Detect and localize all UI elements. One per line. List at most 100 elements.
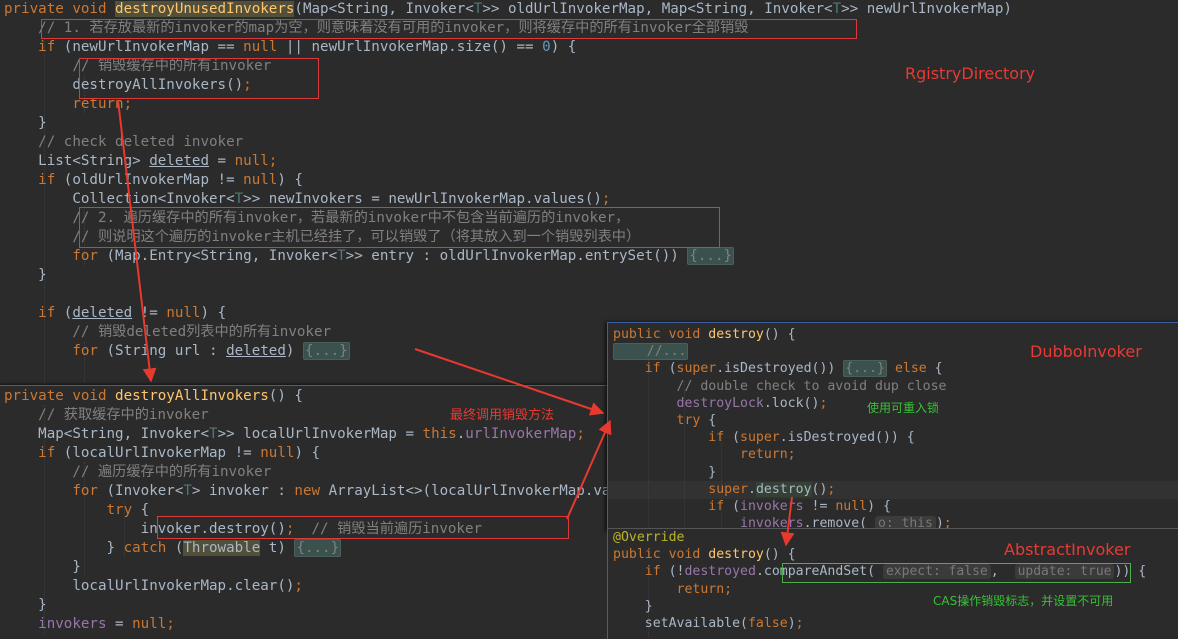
code-token: () { (268, 388, 303, 404)
code-token: t) (260, 540, 295, 556)
code-token: ; (576, 426, 585, 442)
code-token: Throwable (183, 540, 261, 556)
code-token: (Map<String, Invoker< (294, 1, 474, 17)
code-line: } (4, 266, 47, 285)
code-token: .isDestroyed()) { (779, 430, 915, 446)
code-token: > invoker : (191, 483, 295, 499)
code-line: Map<String, Invoker<T>> localUrlInvokerM… (4, 425, 585, 444)
code-token: ) (787, 616, 796, 631)
code-token: return; (613, 581, 733, 597)
code-line: // 遍历缓存中的所有invoker (4, 463, 271, 482)
code-token: catch (123, 540, 175, 556)
code-line: } (4, 114, 47, 133)
code-line: // 销毁deleted列表中的所有invoker (4, 323, 331, 342)
code-token: . (747, 481, 756, 497)
label-final-call: 最终调用销毁方法 (450, 408, 555, 423)
code-token: for (4, 483, 107, 499)
code-token: ( (668, 361, 677, 377)
code-line: private void destroyUnusedInvokers(Map<S… (4, 0, 1012, 19)
code-line: public void destroy() { (613, 546, 796, 563)
code-token: } (4, 540, 124, 556)
code-token: Map<String, Invoker< (4, 426, 209, 442)
code-token: ) (285, 343, 303, 359)
code-token: null; (132, 616, 175, 632)
highlight-box-invoker-destroy (157, 516, 569, 539)
code-token: else (894, 361, 935, 377)
code-token: null (166, 305, 201, 321)
code-token: if (613, 564, 669, 580)
code-token: ArrayList<>(localUrlInvokerMap.values())… (328, 483, 608, 499)
code-token: deleted (226, 343, 286, 359)
code-token: if (4, 305, 64, 321)
code-line: if (deleted != null) { (4, 304, 226, 323)
code-token: || newUrlInvokerMap.size() == (277, 39, 543, 55)
code-token: T (183, 483, 192, 499)
code-line: for (Invoker<T> invoker : new ArrayList<… (4, 482, 608, 501)
code-token: { (934, 361, 943, 377)
code-token: @Override (613, 530, 685, 545)
code-token: ; (827, 481, 836, 497)
code-line: } catch (Throwable t) {...} (4, 539, 342, 558)
code-token: ; (601, 191, 611, 207)
code-token: return; (613, 447, 796, 463)
code-token: .isDestroyed()) (716, 361, 844, 377)
code-token: >> entry : oldUrlInvokerMap.entrySet()) (345, 248, 688, 264)
code-line: if (localUrlInvokerMap != null) { (4, 444, 320, 463)
code-token: T (832, 1, 842, 17)
code-token: (! (668, 564, 685, 580)
code-token: destroyed (684, 564, 756, 580)
code-token: public void (613, 547, 709, 563)
code-line: } (613, 598, 653, 615)
code-line: try { (4, 501, 149, 520)
code-token: destroyLock (613, 395, 764, 411)
code-line: if (super.isDestroyed()) { (613, 429, 915, 446)
code-token: destroy (708, 547, 764, 563)
code-token: = (209, 153, 235, 169)
code-line: setAvailable(false); (613, 615, 804, 632)
code-token: () { (763, 547, 796, 563)
label-registry-directory: RgistryDirectory (905, 64, 1036, 83)
code-token: false (747, 616, 788, 631)
code-line: invokers = null; (4, 615, 175, 634)
code-token: (Invoker< (106, 483, 184, 499)
code-token: ) { (200, 305, 227, 321)
highlight-box-step1-comment (41, 19, 857, 39)
code-token: ) { (294, 445, 321, 461)
code-token: destroyUnusedInvokers (115, 1, 295, 17)
code-token: super (613, 481, 748, 497)
code-line: super.destroy(); (613, 481, 835, 498)
code-token: (Map.Entry<String, Invoker< (106, 248, 338, 264)
code-token: null (243, 172, 278, 188)
code-token: ) { (277, 172, 303, 188)
label-cas-flag: CAS操作销毁标志，并设置不可用 (933, 594, 1114, 608)
code-token: T (234, 191, 244, 207)
code-line: public void destroy() { (613, 326, 796, 343)
code-token: destroy (755, 481, 812, 497)
code-token: null (243, 39, 278, 55)
code-token: (newUrlInvokerMap == (63, 39, 244, 55)
code-token: if (613, 361, 669, 377)
code-line: return; (613, 581, 733, 598)
code-line: //... (613, 343, 689, 361)
label-dubbo-invoker: DubboInvoker (1030, 342, 1142, 361)
code-line: } (613, 464, 716, 481)
code-token: // 销毁deleted列表中的所有invoker (4, 324, 332, 340)
code-token: { (140, 502, 150, 518)
code-token: private void (4, 1, 116, 17)
code-token: if (4, 172, 64, 188)
code-token: private void (4, 388, 116, 404)
code-token: //... (613, 343, 689, 361)
code-token: (String url : (106, 343, 227, 359)
code-token: >> newInvokers = newUrlInvokerMap.values… (243, 191, 602, 207)
code-line: return; (613, 446, 796, 463)
code-token: for (4, 343, 107, 359)
code-line: if (newUrlInvokerMap == null || newUrlIn… (4, 38, 576, 57)
code-token: } (4, 597, 47, 613)
code-line: // check deleted invoker (4, 133, 243, 152)
code-token: {...} (687, 247, 735, 265)
code-token: >> newUrlInvokerMap) (841, 1, 1012, 17)
code-token: >> localUrlInvokerMap = (217, 426, 423, 442)
code-token: T (337, 248, 346, 264)
code-line: @Override (613, 529, 684, 546)
code-line: if (oldUrlInvokerMap != null) { (4, 171, 303, 190)
